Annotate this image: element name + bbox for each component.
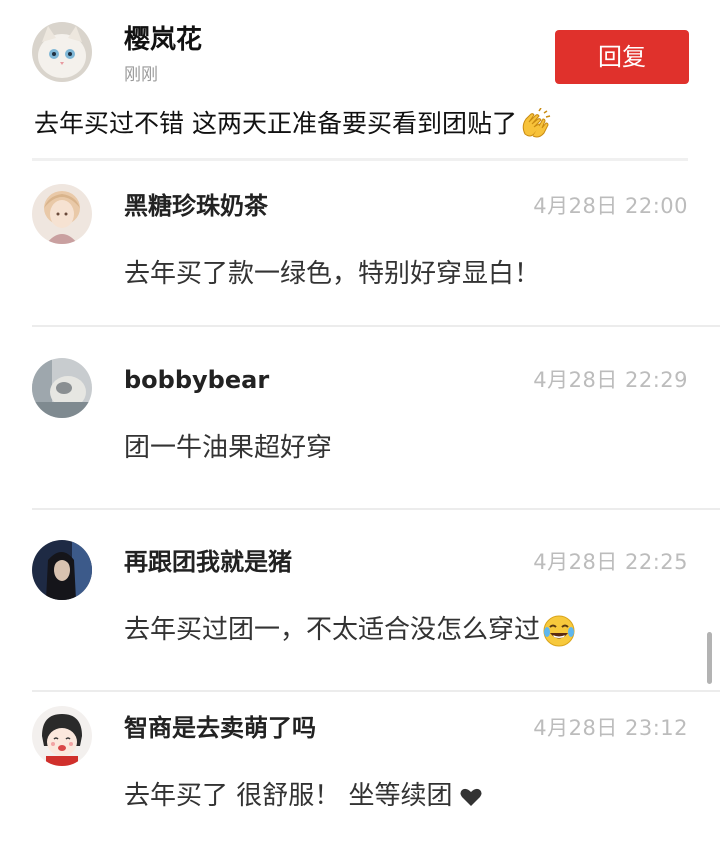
- comment-time: 刚刚: [124, 65, 158, 85]
- avatar[interactable]: [32, 184, 92, 244]
- tears-of-joy-icon: [542, 614, 576, 648]
- cat-avatar-image: [32, 22, 92, 82]
- comment-text: 去年买过不错 这两天正准备要买看到团贴了: [34, 109, 517, 138]
- section-divider: [32, 158, 688, 161]
- reply-author[interactable]: 智商是去卖萌了吗: [124, 712, 316, 744]
- reply-author[interactable]: bobbybear: [124, 364, 269, 396]
- reply-text: 去年买过团一，不太适合没怎么穿过: [124, 610, 576, 650]
- user-avatar-image: [32, 358, 92, 418]
- heart-icon: [459, 785, 483, 809]
- clapping-hands-icon: [517, 108, 551, 142]
- avatar[interactable]: [32, 358, 92, 418]
- user-avatar-image: [32, 540, 92, 600]
- avatar[interactable]: [32, 22, 92, 82]
- reply-author[interactable]: 黑糖珍珠奶茶: [124, 190, 268, 222]
- comment-content: 去年买过不错 这两天正准备要买看到团贴了: [34, 104, 700, 144]
- reply-time: 4月28日 22:00: [533, 194, 688, 218]
- scrollbar[interactable]: [707, 632, 712, 684]
- reply-divider: [32, 325, 720, 327]
- reply-time: 4月28日 22:25: [533, 550, 688, 574]
- reply-divider: [32, 508, 720, 510]
- reply-text-content: 去年买过团一，不太适合没怎么穿过: [124, 615, 541, 645]
- reply-text-content: 去年买了 很舒服！ 坐等续团: [124, 781, 453, 811]
- reply-author[interactable]: 再跟团我就是猪: [124, 546, 292, 578]
- reply-text: 去年买了 很舒服！ 坐等续团: [124, 776, 483, 816]
- reply-text: 去年买了款一绿色，特别好穿显白！: [124, 259, 541, 289]
- avatar[interactable]: [32, 706, 92, 766]
- reply-button[interactable]: 回复: [555, 30, 689, 84]
- reply-time: 4月28日 23:12: [533, 716, 688, 740]
- reply-text: 团一牛油果超好穿: [124, 433, 333, 463]
- user-avatar-image: [32, 706, 92, 766]
- avatar[interactable]: [32, 540, 92, 600]
- reply-divider: [32, 690, 720, 692]
- comment-author[interactable]: 樱岚花: [124, 24, 202, 56]
- reply-time: 4月28日 22:29: [533, 368, 688, 392]
- user-avatar-image: [32, 184, 92, 244]
